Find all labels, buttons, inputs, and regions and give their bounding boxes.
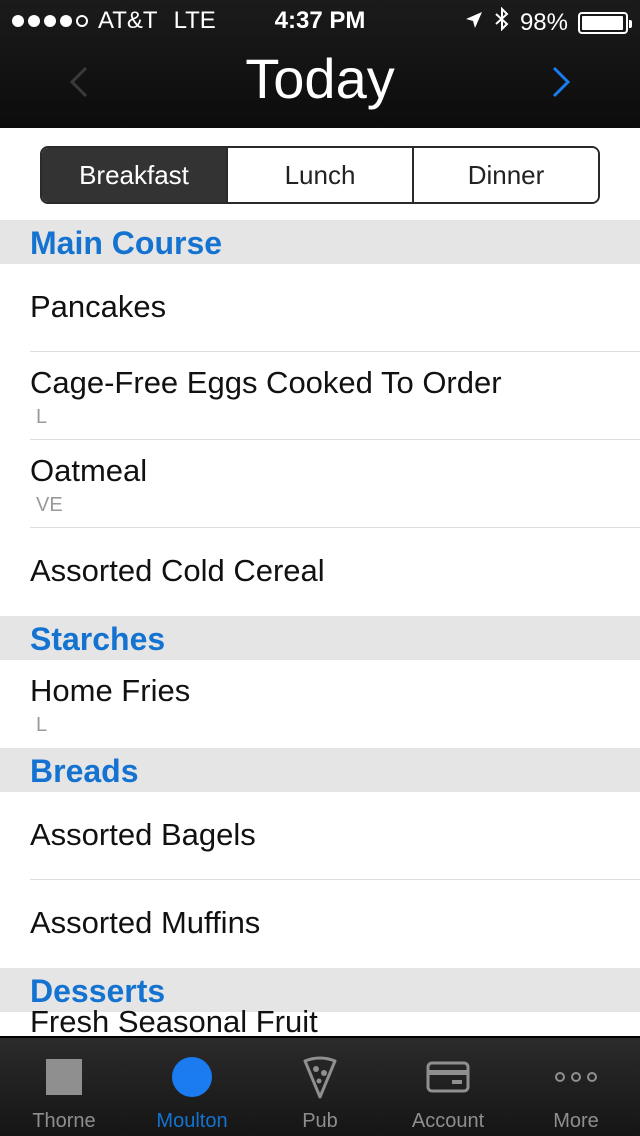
location-arrow-icon (464, 9, 484, 37)
card-icon (425, 1054, 471, 1100)
nav-bar: Today (0, 40, 640, 128)
segment-dinner[interactable]: Dinner (412, 148, 598, 202)
top-bar: AT&T LTE 4:37 PM 98% Today (0, 0, 640, 128)
section-header: Breads (0, 748, 640, 792)
item-name: Home Fries (30, 673, 191, 708)
list-item[interactable]: Assorted Cold Cereal (0, 528, 640, 616)
item-name: Pancakes (30, 289, 167, 324)
list-item[interactable]: Oatmeal VE (0, 440, 640, 528)
list-item[interactable]: Fresh Seasonal Fruit (0, 1004, 640, 1036)
tab-pub[interactable]: Pub (256, 1038, 384, 1136)
segment-breakfast[interactable]: Breakfast (42, 148, 226, 202)
list-item[interactable]: Assorted Bagels (0, 792, 640, 880)
status-bar: AT&T LTE 4:37 PM 98% (0, 0, 640, 40)
pizza-icon (297, 1054, 343, 1100)
battery-percent: 98% (519, 8, 568, 36)
tab-label: Moulton (156, 1110, 228, 1132)
tab-account[interactable]: Account (384, 1038, 512, 1136)
bluetooth-icon (494, 6, 510, 38)
circle-icon (169, 1054, 215, 1100)
tab-label: Pub (302, 1110, 338, 1132)
list-item[interactable]: Cage-Free Eggs Cooked To Order L (0, 352, 640, 440)
tab-thorne[interactable]: Thorne (0, 1038, 128, 1136)
item-name: Assorted Bagels (30, 817, 256, 852)
list-item[interactable]: Home Fries L (0, 660, 640, 748)
dietary-tag: VE (36, 494, 63, 516)
tab-label: More (553, 1110, 599, 1132)
item-name: Assorted Cold Cereal (30, 553, 325, 588)
meal-selector-area: Breakfast Lunch Dinner (0, 128, 640, 220)
menu-list[interactable]: Main Course Pancakes Cage-Free Eggs Cook… (0, 220, 640, 1036)
more-icon (553, 1054, 599, 1100)
tab-bar: Thorne Moulton Pub Account More (0, 1036, 640, 1136)
square-icon (41, 1054, 87, 1100)
tab-more[interactable]: More (512, 1038, 640, 1136)
section-header: Starches (0, 616, 640, 660)
chevron-right-icon (552, 66, 571, 98)
item-name: Fresh Seasonal Fruit (30, 1004, 318, 1036)
tab-label: Thorne (32, 1110, 96, 1132)
item-name: Assorted Muffins (30, 905, 261, 940)
item-name: Oatmeal (30, 453, 148, 488)
dietary-tag: L (36, 714, 48, 736)
item-name: Cage-Free Eggs Cooked To Order (30, 365, 502, 400)
tab-label: Account (411, 1110, 485, 1132)
section-header: Main Course (0, 220, 640, 264)
tab-moulton[interactable]: Moulton (128, 1038, 256, 1136)
segment-lunch[interactable]: Lunch (226, 148, 412, 202)
meal-segmented-control: Breakfast Lunch Dinner (40, 146, 600, 204)
dietary-tag: L (36, 406, 48, 428)
list-item[interactable]: Pancakes (0, 264, 640, 352)
next-day-button[interactable] (540, 62, 580, 102)
battery-icon (578, 11, 632, 34)
list-item[interactable]: Assorted Muffins (0, 880, 640, 968)
status-right: 98% (464, 6, 632, 38)
